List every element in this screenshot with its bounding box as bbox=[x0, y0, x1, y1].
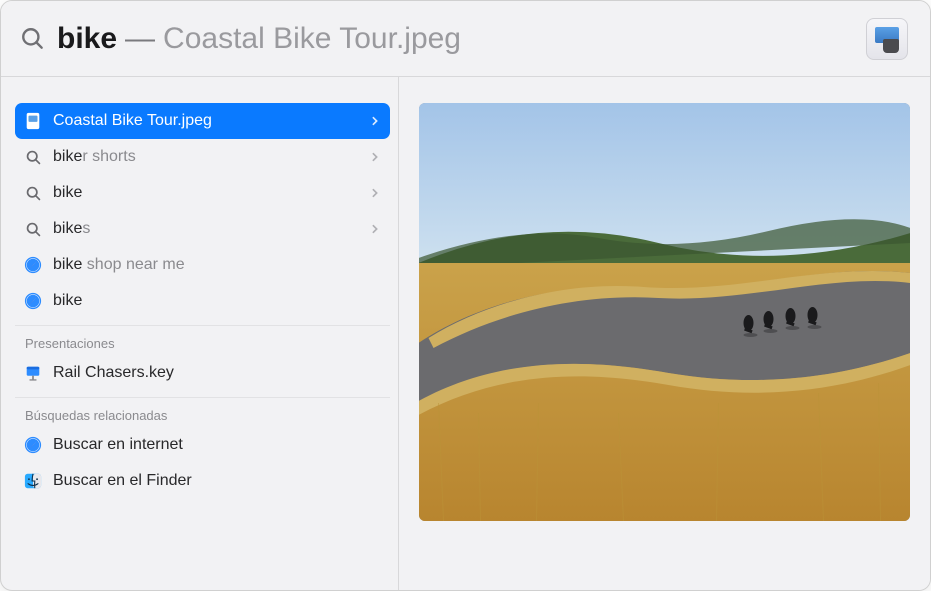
suggestion-label: bike bbox=[53, 292, 380, 310]
body: Coastal Bike Tour.jpeg biker shorts bike… bbox=[1, 77, 930, 590]
suggestion-row[interactable]: bike bbox=[15, 283, 390, 319]
preview-pane bbox=[399, 77, 930, 590]
suggestion-row[interactable]: bikes bbox=[15, 211, 390, 247]
chevron-right-icon bbox=[370, 188, 380, 198]
suggestion-row[interactable]: biker shorts bbox=[15, 139, 390, 175]
search-query-text: bike bbox=[57, 22, 117, 56]
suggestion-label: bikes bbox=[53, 220, 370, 238]
spotlight-window: bike — Coastal Bike Tour.jpeg Coastal Bi… bbox=[0, 0, 931, 591]
search-completion-text: Coastal Bike Tour.jpeg bbox=[163, 22, 461, 56]
section-header: Presentaciones bbox=[15, 325, 390, 355]
suggestion-row[interactable]: bike shop near me bbox=[15, 247, 390, 283]
keynote-icon bbox=[23, 363, 43, 383]
chevron-right-icon bbox=[370, 116, 380, 126]
search-icon bbox=[23, 147, 43, 167]
jpeg-file-icon bbox=[23, 111, 43, 131]
suggestion-label: biker shorts bbox=[53, 148, 370, 166]
result-label: Buscar en internet bbox=[53, 436, 380, 454]
search-icon bbox=[23, 183, 43, 203]
suggestion-label: bike shop near me bbox=[53, 256, 380, 274]
search-bar: bike — Coastal Bike Tour.jpeg bbox=[1, 1, 930, 77]
finder-icon bbox=[23, 471, 43, 491]
preview-app-icon bbox=[866, 18, 908, 60]
safari-icon bbox=[23, 255, 43, 275]
suggestion-label: bike bbox=[53, 184, 370, 202]
search-icon bbox=[23, 219, 43, 239]
results-sidebar: Coastal Bike Tour.jpeg biker shorts bike… bbox=[1, 77, 399, 590]
preview-image bbox=[419, 103, 910, 521]
suggestion-row[interactable]: bike bbox=[15, 175, 390, 211]
section-header: Búsquedas relacionadas bbox=[15, 397, 390, 427]
chevron-right-icon bbox=[370, 152, 380, 162]
result-label: Buscar en el Finder bbox=[53, 472, 380, 490]
result-row[interactable]: Buscar en internet bbox=[15, 427, 390, 463]
safari-icon bbox=[23, 291, 43, 311]
result-label: Rail Chasers.key bbox=[53, 364, 380, 382]
safari-icon bbox=[23, 435, 43, 455]
chevron-right-icon bbox=[370, 224, 380, 234]
search-input[interactable]: bike — Coastal Bike Tour.jpeg bbox=[57, 22, 866, 56]
completion-separator: — bbox=[125, 22, 155, 56]
top-hit-label: Coastal Bike Tour.jpeg bbox=[53, 112, 370, 130]
search-icon bbox=[19, 25, 47, 53]
top-hit-row[interactable]: Coastal Bike Tour.jpeg bbox=[15, 103, 390, 139]
result-row[interactable]: Buscar en el Finder bbox=[15, 463, 390, 499]
result-row[interactable]: Rail Chasers.key bbox=[15, 355, 390, 391]
